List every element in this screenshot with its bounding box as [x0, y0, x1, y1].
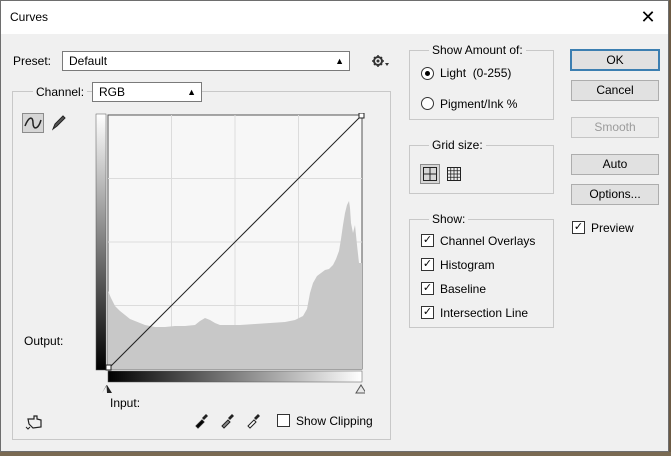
preview-label: Preview [591, 221, 634, 235]
input-gradient-bar [107, 370, 363, 383]
background-image [0, 452, 671, 456]
gray-eyedropper-icon[interactable] [219, 411, 235, 429]
updown-arrow-icon: ▲ [187, 87, 196, 97]
channel-overlays-label: Channel Overlays [440, 234, 536, 248]
intersection-line-checkbox[interactable]: ✓ [421, 306, 434, 319]
close-icon[interactable]: ✕ [636, 5, 660, 29]
white-eyedropper-icon[interactable] [245, 411, 261, 429]
curve-point-white [358, 113, 365, 119]
pigment-radio-label: Pigment/Ink % [440, 97, 518, 111]
detailed-grid-icon[interactable] [446, 166, 462, 182]
show-clipping-checkbox[interactable] [277, 414, 290, 427]
white-point-slider [355, 384, 365, 394]
simple-grid-icon[interactable] [420, 164, 440, 184]
black-point-slider [102, 385, 112, 393]
show-title: Show: [429, 212, 469, 226]
hand-adjust-icon[interactable] [25, 413, 45, 431]
grid-size-title: Grid size: [429, 138, 486, 152]
light-radio[interactable] [421, 67, 434, 80]
show-amount-title: Show Amount of: [429, 43, 526, 57]
curves-graph[interactable] [95, 113, 365, 397]
baseline-checkbox[interactable]: ✓ [421, 282, 434, 295]
histogram-checkbox[interactable]: ✓ [421, 258, 434, 271]
curves-dialog: Curves ✕ Preset: Default ▲ Channel: RGB … [0, 0, 669, 452]
light-radio-label: Light (0-255) [440, 66, 512, 80]
output-gradient-bar [95, 113, 107, 371]
baseline-label: Baseline [440, 282, 487, 296]
input-label: Input: [110, 396, 141, 410]
updown-arrow-icon: ▲ [335, 56, 344, 66]
black-eyedropper-icon[interactable] [193, 411, 209, 429]
cancel-button[interactable]: Cancel [571, 80, 659, 101]
channel-overlays-checkbox[interactable]: ✓ [421, 234, 434, 247]
pigment-radio[interactable] [421, 97, 434, 110]
curve-point-black [105, 364, 112, 371]
intersection-line-label: Intersection Line [440, 306, 529, 320]
output-label: Output: [24, 334, 64, 348]
preset-select[interactable]: Default ▲ [62, 51, 350, 71]
preset-label: Preset: [13, 54, 52, 68]
histogram-label: Histogram [440, 258, 495, 272]
pencil-icon[interactable] [49, 113, 67, 133]
gear-icon[interactable] [371, 53, 389, 69]
preset-value: Default [69, 54, 108, 68]
channel-value: RGB [99, 85, 126, 99]
title-bar: Curves ✕ [1, 1, 668, 34]
channel-select[interactable]: RGB ▲ [92, 82, 202, 102]
options-button[interactable]: Options... [571, 184, 659, 205]
channel-label: Channel: [33, 85, 88, 99]
smooth-button[interactable]: Smooth [571, 117, 659, 138]
curve-tool-icon[interactable] [22, 113, 44, 133]
auto-button[interactable]: Auto [571, 154, 659, 175]
preview-checkbox[interactable]: ✓ [572, 221, 585, 234]
show-clipping-label: Show Clipping [296, 414, 373, 428]
ok-button[interactable]: OK [570, 49, 660, 71]
window-title: Curves [10, 10, 49, 24]
